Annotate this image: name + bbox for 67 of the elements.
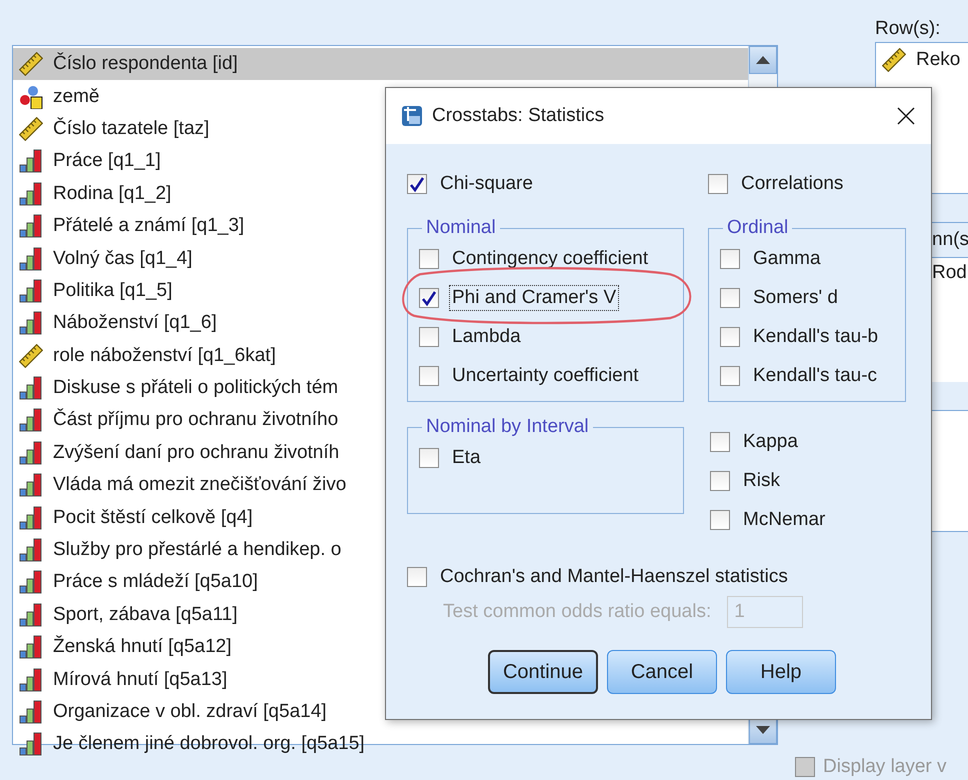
checkbox-label[interactable]: Chi-square xyxy=(437,170,536,196)
checkbox-label[interactable]: McNemar xyxy=(740,506,828,532)
dialog-button[interactable]: Help xyxy=(726,650,836,694)
checkbox[interactable] xyxy=(419,448,439,468)
bar-chart-icon xyxy=(19,473,43,498)
checkbox[interactable] xyxy=(720,248,740,268)
close-icon[interactable] xyxy=(897,107,915,125)
variable-item[interactable]: Služby pro přestárlé a hendikep. o xyxy=(13,534,748,566)
checkbox-label[interactable]: Kendall's tau-b xyxy=(750,324,882,350)
nominal-variable-icon xyxy=(19,84,43,109)
checkbox[interactable] xyxy=(708,174,728,194)
checkbox-label[interactable]: Correlations xyxy=(738,170,846,196)
checkbox-label[interactable]: Kendall's tau-c xyxy=(750,362,880,388)
bar-chart-icon xyxy=(19,149,43,174)
checkbox-label[interactable]: Phi and Cramer's V xyxy=(449,284,620,310)
bar-chart-icon xyxy=(19,278,43,303)
checkbox-label[interactable]: Risk xyxy=(740,468,783,494)
group-title: Nominal xyxy=(425,217,497,239)
app-icon xyxy=(400,104,424,128)
checkbox-label[interactable]: Somers' d xyxy=(750,284,841,310)
variable-item[interactable]: Organizace v obl. zdraví [q5a14] xyxy=(13,696,748,728)
checkbox[interactable] xyxy=(720,366,740,386)
group-title: Nominal by Interval xyxy=(425,416,590,438)
rows-label: Row(s): xyxy=(875,18,942,40)
checkbox[interactable] xyxy=(419,366,439,386)
checkbox-label[interactable]: Contingency coefficient xyxy=(449,246,652,272)
bar-chart-icon xyxy=(19,214,43,238)
dialog-title: Crosstabs: Statistics xyxy=(432,105,606,127)
bar-chart-icon xyxy=(19,506,43,530)
bar-chart-icon xyxy=(19,408,43,432)
checkbox[interactable] xyxy=(407,566,427,586)
checkbox-label[interactable]: Uncertainty coefficient xyxy=(449,362,642,388)
bar-chart-icon xyxy=(19,246,43,271)
bar-chart-icon xyxy=(19,668,43,692)
bar-chart-icon xyxy=(19,182,43,206)
checkbox-label[interactable]: Gamma xyxy=(750,246,824,272)
bar-chart-icon xyxy=(19,376,43,400)
bar-chart-icon xyxy=(19,570,43,594)
bar-chart-icon xyxy=(19,700,43,724)
checkbox[interactable] xyxy=(720,288,740,308)
checkbox-label[interactable]: Lambda xyxy=(449,324,524,350)
checkbox[interactable] xyxy=(419,288,439,308)
checkbox[interactable] xyxy=(419,248,439,268)
checkbox-label[interactable]: Eta xyxy=(449,444,484,470)
checkbox[interactable] xyxy=(720,326,740,346)
odds-ratio-label: Test common odds ratio equals: xyxy=(443,601,712,623)
variable-item[interactable]: Číslo respondenta [id] xyxy=(13,48,748,80)
dialog-button[interactable]: Cancel xyxy=(607,650,717,694)
bar-chart-icon xyxy=(19,311,43,336)
bar-chart-icon xyxy=(19,732,43,756)
checkbox[interactable] xyxy=(407,174,427,194)
dialog-button[interactable]: Continue xyxy=(488,650,598,694)
variable-item[interactable]: Je členem jiné dobrovol. org. [q5a15] xyxy=(13,728,748,761)
group-title: Ordinal xyxy=(726,217,790,239)
scroll-up-icon[interactable] xyxy=(749,46,777,74)
checkbox[interactable] xyxy=(710,432,730,452)
bar-chart-icon xyxy=(19,635,43,660)
checkbox[interactable] xyxy=(419,326,439,346)
column-variable[interactable]: Rodi xyxy=(932,262,968,283)
bar-chart-icon xyxy=(19,538,43,562)
checkbox-label[interactable]: Cochran's and Mantel-Haenszel statistics xyxy=(437,564,791,590)
checkbox[interactable] xyxy=(710,470,730,490)
bar-chart-icon xyxy=(19,602,43,627)
checkbox-label[interactable]: Kappa xyxy=(740,428,801,454)
checkbox[interactable] xyxy=(710,510,730,530)
row-variable[interactable]: Reko xyxy=(916,49,960,71)
bar-chart-icon xyxy=(19,440,43,465)
